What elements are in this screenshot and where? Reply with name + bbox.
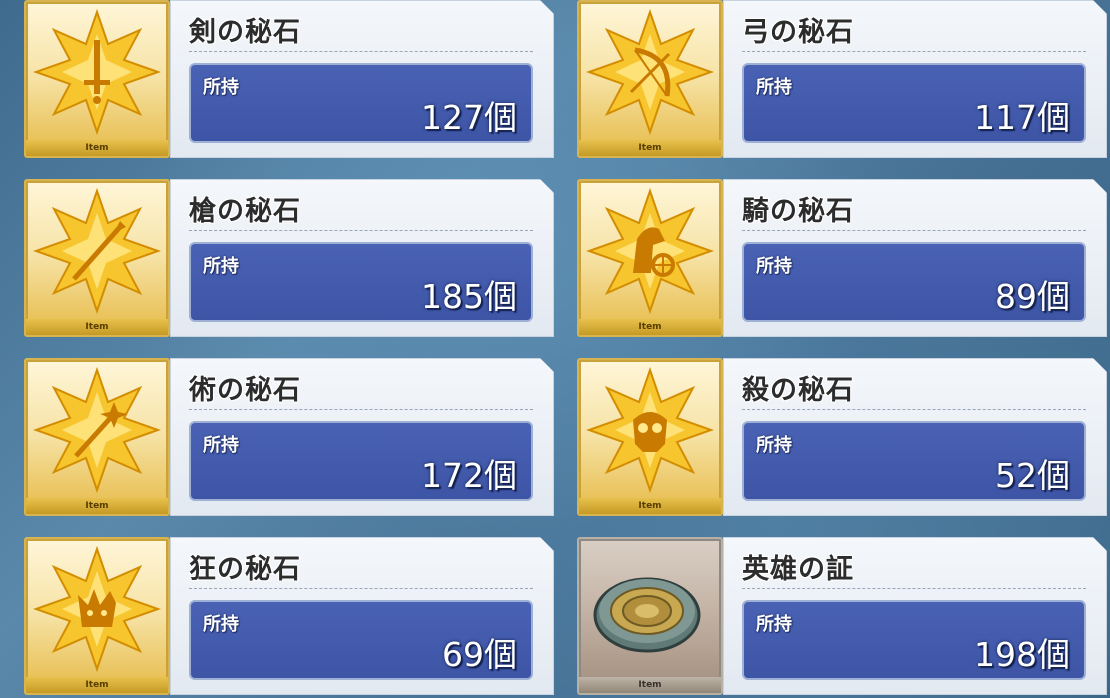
berserker-star-icon	[32, 545, 162, 673]
item-icon-frame: Item	[577, 179, 723, 337]
owned-count: 172個	[421, 456, 517, 495]
owned-label: 所持	[203, 614, 239, 635]
item-icon-frame: Item	[24, 0, 170, 158]
owned-count-box: 所持 52個	[742, 421, 1086, 501]
item-type-label: Item	[26, 677, 168, 693]
item-type-label: Item	[579, 140, 721, 156]
item-card-berserker[interactable]: Item 狂の秘石 所持 69個	[24, 537, 554, 695]
item-info-panel: 殺の秘石 所持 52個	[723, 358, 1107, 516]
item-grid: Item 剣の秘石 所持 127個 Item 弓の秘石 所持 117個 Item…	[0, 0, 1110, 698]
owned-label: 所持	[756, 256, 792, 277]
item-info-panel: 槍の秘石 所持 185個	[170, 179, 554, 337]
owned-label: 所持	[756, 77, 792, 98]
item-card-caster[interactable]: Item 術の秘石 所持 172個	[24, 358, 554, 516]
owned-label: 所持	[203, 77, 239, 98]
divider	[189, 409, 533, 410]
archer-star-icon	[585, 8, 715, 136]
item-type-label: Item	[579, 498, 721, 514]
item-type-label: Item	[26, 498, 168, 514]
item-type-label: Item	[579, 319, 721, 335]
item-name: 弓の秘石	[742, 17, 854, 48]
owned-count-box: 所持 117個	[742, 63, 1086, 143]
assassin-star-icon	[585, 366, 715, 494]
divider	[742, 51, 1086, 52]
item-card-rider[interactable]: Item 騎の秘石 所持 89個	[577, 179, 1107, 337]
item-name: 騎の秘石	[742, 196, 854, 227]
item-info-panel: 術の秘石 所持 172個	[170, 358, 554, 516]
item-info-panel: 英雄の証 所持 198個	[723, 537, 1107, 695]
item-type-label: Item	[26, 319, 168, 335]
item-name: 英雄の証	[742, 554, 854, 585]
item-name: 剣の秘石	[189, 17, 301, 48]
item-icon-frame: Item	[24, 358, 170, 516]
owned-count-box: 所持 69個	[189, 600, 533, 680]
owned-count-box: 所持 127個	[189, 63, 533, 143]
owned-count: 69個	[442, 635, 517, 674]
item-type-label: Item	[26, 140, 168, 156]
divider	[189, 51, 533, 52]
divider	[742, 230, 1086, 231]
item-name: 術の秘石	[189, 375, 301, 406]
owned-count-box: 所持 89個	[742, 242, 1086, 322]
item-type-label: Item	[579, 677, 721, 693]
owned-label: 所持	[203, 435, 239, 456]
caster-star-icon	[32, 366, 162, 494]
item-name: 殺の秘石	[742, 375, 854, 406]
owned-count: 117個	[974, 98, 1070, 137]
owned-count: 52個	[995, 456, 1070, 495]
saber-star-icon	[32, 8, 162, 136]
hero-medal-icon	[593, 577, 701, 653]
lancer-star-icon	[32, 187, 162, 315]
owned-count-box: 所持 198個	[742, 600, 1086, 680]
item-icon-frame: Item	[24, 179, 170, 337]
item-info-panel: 騎の秘石 所持 89個	[723, 179, 1107, 337]
owned-count: 127個	[421, 98, 517, 137]
owned-count-box: 所持 185個	[189, 242, 533, 322]
item-name: 槍の秘石	[189, 196, 301, 227]
item-icon-frame: Item	[577, 358, 723, 516]
owned-label: 所持	[756, 435, 792, 456]
item-info-panel: 剣の秘石 所持 127個	[170, 0, 554, 158]
item-card-lancer[interactable]: Item 槍の秘石 所持 185個	[24, 179, 554, 337]
owned-label: 所持	[203, 256, 239, 277]
owned-count: 185個	[421, 277, 517, 316]
item-card-saber[interactable]: Item 剣の秘石 所持 127個	[24, 0, 554, 158]
divider	[742, 588, 1086, 589]
divider	[742, 409, 1086, 410]
item-card-assassin[interactable]: Item 殺の秘石 所持 52個	[577, 358, 1107, 516]
owned-count: 89個	[995, 277, 1070, 316]
divider	[189, 230, 533, 231]
item-name: 狂の秘石	[189, 554, 301, 585]
divider	[189, 588, 533, 589]
owned-count-box: 所持 172個	[189, 421, 533, 501]
item-card-hero-proof[interactable]: Item 英雄の証 所持 198個	[577, 537, 1107, 695]
owned-label: 所持	[756, 614, 792, 635]
item-info-panel: 狂の秘石 所持 69個	[170, 537, 554, 695]
item-info-panel: 弓の秘石 所持 117個	[723, 0, 1107, 158]
item-card-archer[interactable]: Item 弓の秘石 所持 117個	[577, 0, 1107, 158]
item-icon-frame: Item	[577, 537, 723, 695]
item-icon-frame: Item	[24, 537, 170, 695]
owned-count: 198個	[974, 635, 1070, 674]
rider-star-icon	[585, 187, 715, 315]
item-icon-frame: Item	[577, 0, 723, 158]
